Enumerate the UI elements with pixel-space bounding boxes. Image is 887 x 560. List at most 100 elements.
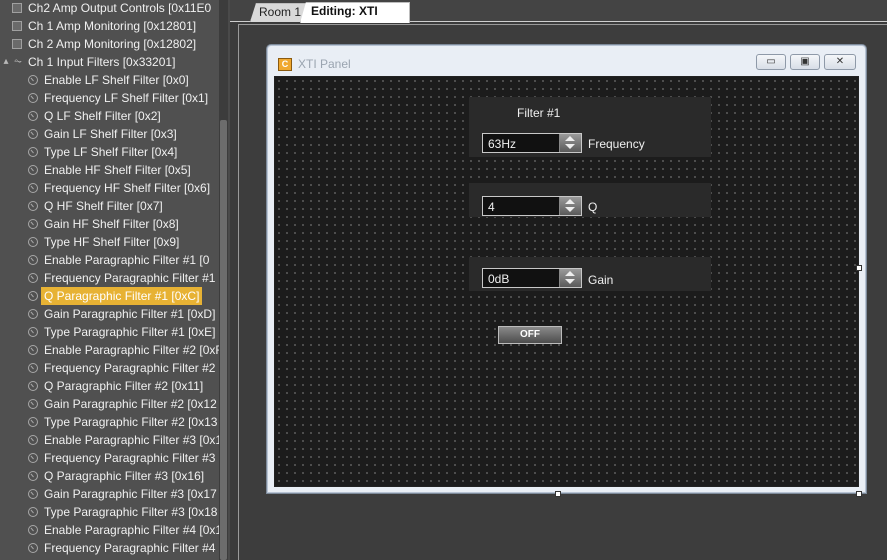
tree-leaf-item[interactable]: Enable Paragraphic Filter #4 [0x1 [0, 521, 219, 539]
spin-up-icon[interactable] [565, 199, 575, 204]
tree-leaf-item[interactable]: Enable Paragraphic Filter #2 [0xF [0, 341, 219, 359]
tree-item-label: Q HF Shelf Filter [0x7] [44, 199, 163, 213]
tree-item-label: Frequency HF Shelf Filter [0x6] [44, 181, 211, 195]
parameter-clock-icon [28, 183, 38, 193]
tab-editing-xti-panel[interactable]: Editing: XTI Panel [300, 2, 410, 23]
tree-item-label: Gain Paragraphic Filter #2 [0x12 [44, 397, 217, 411]
group-node-icon [12, 3, 22, 13]
parameter-clock-icon [28, 453, 38, 463]
off-toggle-button[interactable]: OFF [498, 326, 562, 344]
tree-leaf-item[interactable]: Type Paragraphic Filter #3 [0x18 [0, 503, 219, 521]
parameter-clock-icon [28, 507, 38, 517]
resize-handle-bottom-right[interactable] [856, 491, 862, 497]
parameter-clock-icon [28, 93, 38, 103]
parameter-clock-icon [28, 255, 38, 265]
xti-panel-window[interactable]: C XTI Panel ▭ ▣ ✕ Filter #1 63Hz Frequen… [267, 45, 866, 493]
tree-leaf-item[interactable]: Enable Paragraphic Filter #1 [0 [0, 251, 219, 269]
tree-item-label: Enable Paragraphic Filter #3 [0x1 [44, 433, 219, 447]
tree-item-label: Gain LF Shelf Filter [0x3] [44, 127, 177, 141]
tree-item-label: Gain HF Shelf Filter [0x8] [44, 217, 179, 231]
frequency-spin-arrows[interactable] [559, 134, 581, 152]
minimize-icon: ▭ [766, 56, 776, 67]
q-label: Q [588, 200, 598, 214]
tree-leaf-item[interactable]: Q LF Shelf Filter [0x2] [0, 107, 219, 125]
tree-leaf-item[interactable]: Gain LF Shelf Filter [0x3] [0, 125, 219, 143]
tree-leaf-item[interactable]: Gain HF Shelf Filter [0x8] [0, 215, 219, 233]
parameter-clock-icon [28, 75, 38, 85]
tree-leaf-item[interactable]: Frequency HF Shelf Filter [0x6] [0, 179, 219, 197]
spin-down-icon[interactable] [565, 144, 575, 149]
parameter-clock-icon [28, 489, 38, 499]
spin-down-icon[interactable] [565, 207, 575, 212]
editor-area: Room 1 Editing: XTI Panel C XTI Panel ▭ … [230, 0, 887, 560]
tree-item-label: Frequency Paragraphic Filter #3 [44, 451, 216, 465]
design-canvas[interactable]: C XTI Panel ▭ ▣ ✕ Filter #1 63Hz Frequen… [238, 24, 887, 560]
tree-leaf-item[interactable]: Q Paragraphic Filter #1 [0xC] [0, 287, 219, 305]
q-spin-arrows[interactable] [559, 197, 581, 215]
tree-leaf-item[interactable]: Frequency Paragraphic Filter #2 [0, 359, 219, 377]
parameter-clock-icon [28, 525, 38, 535]
tree-leaf-item[interactable]: Q Paragraphic Filter #2 [0x11] [0, 377, 219, 395]
group-node-icon [12, 21, 22, 31]
q-value[interactable]: 4 [488, 200, 495, 214]
tree-leaf-item[interactable]: Frequency Paragraphic Filter #1 [0, 269, 219, 287]
tree-leaf-item[interactable]: Q Paragraphic Filter #3 [0x16] [0, 467, 219, 485]
parameter-clock-icon [28, 543, 38, 553]
tree-item-label: Type Paragraphic Filter #3 [0x18 [44, 505, 218, 519]
maximize-icon: ▣ [800, 56, 810, 67]
group-node-icon [12, 39, 22, 49]
tree-leaf-item[interactable]: Type LF Shelf Filter [0x4] [0, 143, 219, 161]
tree-leaf-item[interactable]: Frequency Paragraphic Filter #3 [0, 449, 219, 467]
tree-leaf-item[interactable]: Enable Paragraphic Filter #3 [0x1 [0, 431, 219, 449]
spin-up-icon[interactable] [565, 271, 575, 276]
gain-spinbox[interactable]: 0dB [482, 268, 582, 288]
tree-leaf-item[interactable]: Enable LF Shelf Filter [0x0] [0, 71, 219, 89]
tree-group-item[interactable]: Ch 1 Amp Monitoring [0x12801] [0, 17, 219, 35]
tree-scrollbar[interactable] [219, 0, 228, 560]
parameter-clock-icon [28, 201, 38, 211]
tree-leaf-item[interactable]: Type Paragraphic Filter #2 [0x13 [0, 413, 219, 431]
tree-scrollbar-thumb[interactable] [220, 120, 227, 560]
tree-leaf-item[interactable]: Type HF Shelf Filter [0x9] [0, 233, 219, 251]
parameter-clock-icon [28, 129, 38, 139]
tree-item-label: Enable Paragraphic Filter #2 [0xF [44, 343, 219, 357]
tree-leaf-item[interactable]: Frequency LF Shelf Filter [0x1] [0, 89, 219, 107]
tree-panel: Ch2 Amp Output Controls [0x11E0 Ch 1 Amp … [0, 0, 219, 560]
resize-handle-bottom[interactable] [555, 491, 561, 497]
tree-item-label: Enable Paragraphic Filter #1 [0 [44, 253, 210, 267]
app-icon: C [278, 58, 292, 71]
gain-spin-arrows[interactable] [559, 269, 581, 287]
parameter-clock-icon [28, 309, 38, 319]
tree-leaf-item[interactable]: Enable HF Shelf Filter [0x5] [0, 161, 219, 179]
resize-handle-right[interactable] [856, 265, 862, 271]
tree-leaf-item[interactable]: Type Paragraphic Filter #1 [0xE] [0, 323, 219, 341]
spin-down-icon[interactable] [565, 279, 575, 284]
tab-room-label: Room 1 [259, 5, 302, 19]
tree-leaf-item[interactable]: Frequency Paragraphic Filter #4 [0, 539, 219, 557]
minimize-button[interactable]: ▭ [756, 54, 786, 70]
tree-item-label: Q Paragraphic Filter #1 [0xC] [41, 287, 203, 305]
tree-item-label: Frequency Paragraphic Filter #1 [44, 271, 216, 285]
frequency-value[interactable]: 63Hz [488, 137, 516, 151]
frequency-spinbox[interactable]: 63Hz [482, 133, 582, 153]
filter-title: Filter #1 [517, 106, 561, 120]
tree-item-label: Type LF Shelf Filter [0x4] [44, 145, 178, 159]
tree-leaf-item[interactable]: Gain Paragraphic Filter #3 [0x17 [0, 485, 219, 503]
spin-up-icon[interactable] [565, 136, 575, 141]
tree-leaf-item[interactable]: Gain Paragraphic Filter #2 [0x12 [0, 395, 219, 413]
maximize-button[interactable]: ▣ [790, 54, 820, 70]
tree-group-item[interactable]: ▴ ⏦ Ch 1 Input Filters [0x33201] [0, 53, 219, 71]
tree-leaf-item[interactable]: Gain Paragraphic Filter #1 [0xD] [0, 305, 219, 323]
tree-item-label: Ch2 Amp Output Controls [0x11E0 [28, 1, 212, 15]
tree-leaf-item[interactable]: Q HF Shelf Filter [0x7] [0, 197, 219, 215]
close-button[interactable]: ✕ [824, 54, 856, 70]
tree-item-label: Frequency Paragraphic Filter #4 [44, 541, 216, 555]
tree-group-item[interactable]: Ch 2 Amp Monitoring [0x12802] [0, 35, 219, 53]
tree-item-label: Frequency Paragraphic Filter #2 [44, 361, 216, 375]
tree-group-item[interactable]: Ch2 Amp Output Controls [0x11E0 [0, 0, 219, 17]
q-spinbox[interactable]: 4 [482, 196, 582, 216]
gain-value[interactable]: 0dB [488, 272, 509, 286]
parameter-clock-icon [28, 417, 38, 427]
expand-arrow-icon[interactable]: ▴ [0, 56, 12, 68]
tree-item-label: Enable LF Shelf Filter [0x0] [44, 73, 189, 87]
